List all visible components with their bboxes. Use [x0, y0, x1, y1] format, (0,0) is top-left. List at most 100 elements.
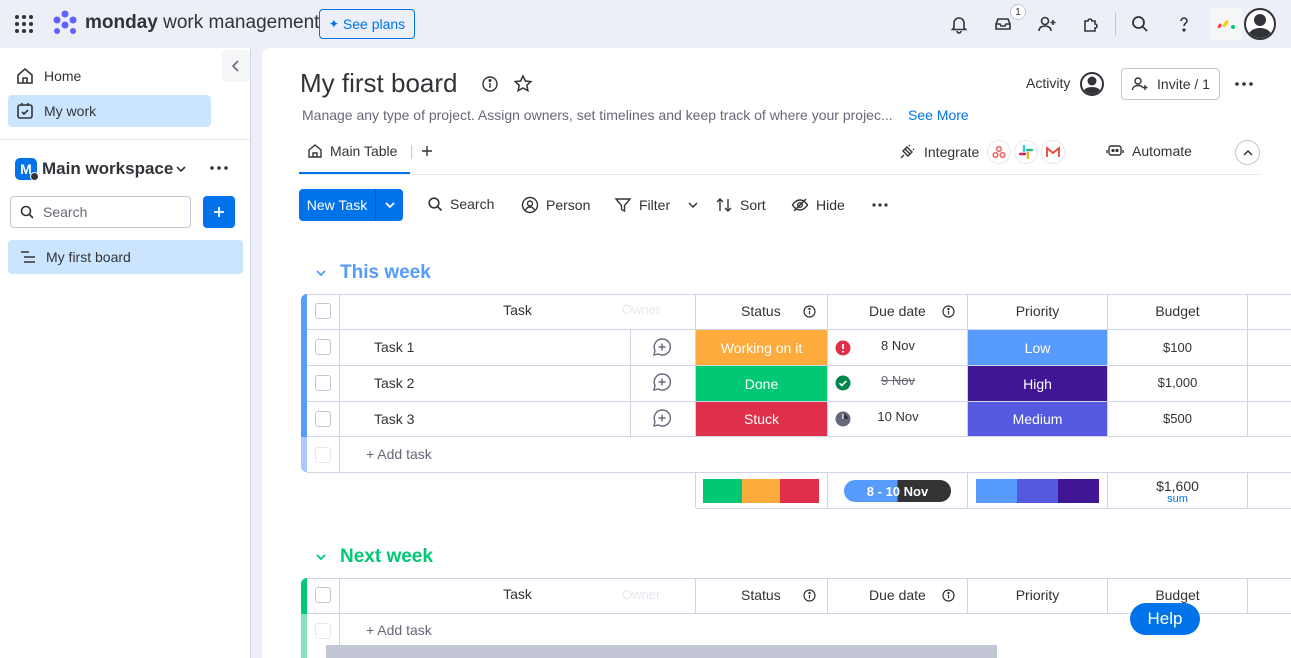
- eye-hidden-icon: [791, 198, 809, 212]
- robot-icon: [1106, 145, 1124, 156]
- help-button[interactable]: Help: [1130, 603, 1200, 635]
- column-header-status[interactable]: Status: [741, 587, 781, 603]
- search-icon[interactable]: [1128, 12, 1152, 36]
- task-name[interactable]: Task 1: [374, 339, 414, 355]
- sidebar-item-my-first-board[interactable]: My first board: [8, 240, 243, 274]
- person-filter-button[interactable]: Person: [521, 196, 590, 214]
- column-header-due-date[interactable]: Due date: [869, 587, 926, 603]
- workspace-more-icon[interactable]: [209, 160, 229, 176]
- add-update-icon[interactable]: [652, 337, 672, 357]
- priority-pill[interactable]: High: [968, 366, 1107, 401]
- new-task-button[interactable]: New Task: [299, 189, 403, 221]
- info-icon[interactable]: [942, 589, 955, 602]
- column-header-status[interactable]: Status: [741, 303, 781, 319]
- task-name[interactable]: Task 2: [374, 375, 414, 391]
- select-all-checkbox[interactable]: [315, 303, 331, 319]
- select-all-checkbox[interactable]: [315, 587, 331, 603]
- row-checkbox[interactable]: [315, 411, 331, 427]
- toolbar-more-icon[interactable]: [871, 198, 889, 212]
- column-header-owner[interactable]: Owner: [622, 587, 660, 602]
- collapse-sidebar-button[interactable]: [222, 50, 250, 82]
- group-collapse-chevron-icon[interactable]: [314, 550, 328, 564]
- sidebar-item-my-work[interactable]: My work: [8, 95, 211, 127]
- budget-value[interactable]: $100: [1108, 340, 1247, 355]
- budget-value[interactable]: $500: [1108, 411, 1247, 426]
- integration-app-icon[interactable]: [987, 140, 1011, 164]
- activity-avatar[interactable]: [1080, 72, 1104, 96]
- help-question-icon[interactable]: [1172, 12, 1196, 36]
- integrate-button[interactable]: Integrate: [898, 143, 979, 161]
- board-more-icon[interactable]: [1234, 76, 1254, 92]
- column-header-owner[interactable]: Owner: [622, 302, 660, 317]
- status-pill[interactable]: Stuck: [696, 402, 827, 436]
- budget-sum-label[interactable]: sum: [1108, 493, 1247, 505]
- group-color-bar: [301, 578, 307, 614]
- chevron-down-icon[interactable]: [376, 201, 403, 209]
- home-icon: [308, 144, 322, 158]
- sidebar-item-home[interactable]: Home: [8, 60, 211, 92]
- add-task-input[interactable]: + Add task: [366, 622, 432, 638]
- apps-marketplace-icon[interactable]: [1079, 12, 1103, 36]
- filter-button[interactable]: Filter: [614, 196, 699, 214]
- add-update-icon[interactable]: [652, 372, 672, 392]
- collapse-header-button[interactable]: [1235, 140, 1260, 165]
- horizontal-scrollbar[interactable]: [326, 645, 997, 658]
- apps-grid-icon[interactable]: [14, 14, 34, 34]
- status-pill[interactable]: Working on it: [696, 330, 827, 365]
- info-icon[interactable]: [803, 589, 816, 602]
- search-toolbar-button[interactable]: Search: [427, 196, 494, 212]
- column-header-budget[interactable]: Budget: [1108, 587, 1247, 603]
- column-header-priority[interactable]: Priority: [968, 303, 1107, 319]
- see-plans-button[interactable]: ✦ See plans: [319, 9, 415, 39]
- tab-divider: [411, 145, 412, 159]
- budget-value[interactable]: $1,000: [1108, 375, 1247, 390]
- activity-label[interactable]: Activity: [1026, 75, 1070, 91]
- group-title-next-week[interactable]: Next week: [340, 546, 433, 568]
- favorite-star-icon[interactable]: [513, 74, 533, 94]
- invite-button[interactable]: Invite / 1: [1121, 68, 1220, 100]
- product-switcher-icon[interactable]: [1209, 8, 1243, 40]
- chevron-down-icon[interactable]: [174, 162, 188, 176]
- column-header-priority[interactable]: Priority: [968, 587, 1107, 603]
- hide-button[interactable]: Hide: [791, 196, 845, 214]
- info-icon[interactable]: [942, 305, 955, 318]
- chevron-down-icon[interactable]: [687, 201, 699, 209]
- workspace-name[interactable]: Main workspace: [42, 159, 173, 179]
- user-avatar[interactable]: [1244, 8, 1276, 40]
- group-collapse-chevron-icon[interactable]: [314, 266, 328, 280]
- status-summary-bar[interactable]: [703, 479, 820, 503]
- board-title[interactable]: My first board: [300, 68, 458, 99]
- status-pill[interactable]: Done: [696, 366, 827, 401]
- monday-logo-icon[interactable]: [51, 10, 79, 36]
- info-icon[interactable]: [803, 305, 816, 318]
- gmail-icon[interactable]: [1041, 140, 1065, 164]
- invite-member-icon[interactable]: [1035, 12, 1059, 36]
- info-icon[interactable]: [481, 75, 499, 93]
- slack-icon[interactable]: [1014, 140, 1038, 164]
- due-date-range-summary[interactable]: 8 - 10 Nov: [844, 480, 951, 502]
- due-date-value[interactable]: 9 Nov: [828, 373, 968, 388]
- see-more-link[interactable]: See More: [908, 107, 969, 123]
- top-bar: monday work management ✦ See plans 1: [0, 0, 1291, 48]
- priority-pill[interactable]: Medium: [968, 402, 1107, 436]
- tab-main-table[interactable]: Main Table: [307, 143, 397, 159]
- priority-summary-bar[interactable]: [976, 479, 1099, 503]
- add-update-icon[interactable]: [652, 408, 672, 428]
- task-name[interactable]: Task 3: [374, 411, 414, 427]
- automate-button[interactable]: Automate: [1106, 143, 1192, 159]
- column-header-due-date[interactable]: Due date: [869, 303, 926, 319]
- add-view-icon[interactable]: [421, 145, 433, 157]
- priority-pill[interactable]: Low: [968, 330, 1107, 365]
- group-title-this-week[interactable]: This week: [340, 262, 431, 284]
- due-date-value[interactable]: 10 Nov: [828, 409, 968, 424]
- row-checkbox[interactable]: [315, 339, 331, 355]
- sort-button[interactable]: Sort: [715, 196, 766, 214]
- person-icon: [521, 196, 539, 214]
- notifications-bell-icon[interactable]: [947, 12, 971, 36]
- row-checkbox[interactable]: [315, 375, 331, 391]
- sidebar-search-input[interactable]: Search: [10, 196, 191, 228]
- column-header-budget[interactable]: Budget: [1108, 303, 1247, 319]
- due-date-value[interactable]: 8 Nov: [828, 338, 968, 353]
- add-item-button[interactable]: [203, 196, 235, 228]
- add-task-input[interactable]: + Add task: [366, 446, 432, 462]
